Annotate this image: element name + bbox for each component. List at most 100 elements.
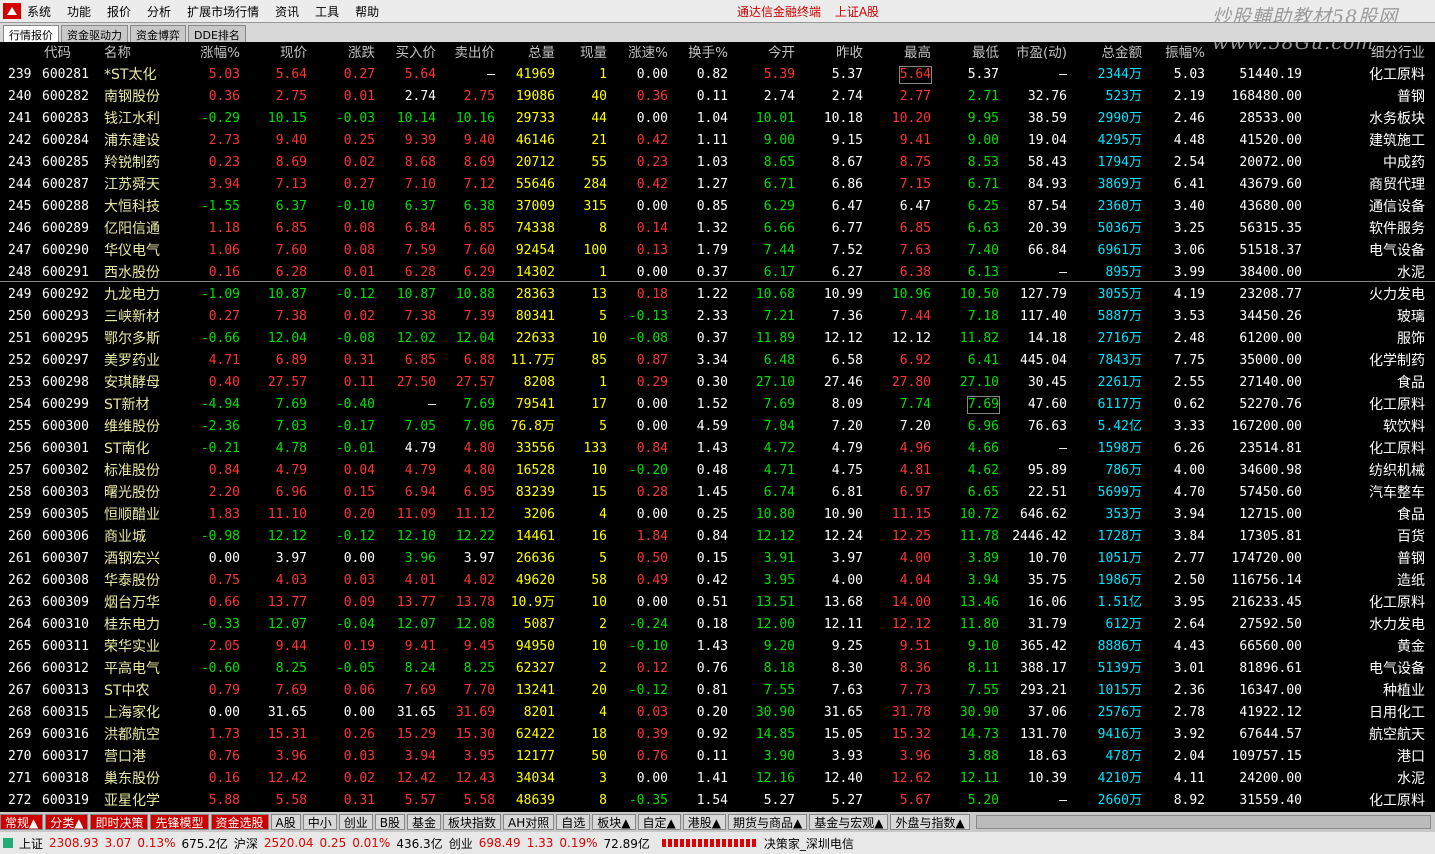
header-code[interactable]: 代码	[44, 45, 71, 61]
tab-futures[interactable]: 期货与商品▲	[727, 814, 808, 830]
tab-normal[interactable]: 常规▲	[0, 814, 44, 830]
table-row[interactable]: 239 600281 *ST太化 5.03 5.64 0.27 5.64 — 41969 1 0.0…	[0, 64, 1435, 86]
menu-item-function[interactable]: 功能	[67, 3, 91, 20]
header-speed[interactable]: 涨速%	[628, 45, 668, 61]
header-change[interactable]: 涨跌	[348, 45, 375, 61]
header-name[interactable]: 名称	[104, 45, 131, 61]
header-prev-close[interactable]: 昨收	[836, 45, 863, 61]
menu-item-help[interactable]: 帮助	[355, 3, 379, 20]
table-row[interactable]: 270 600317 营口港 0.76 3.96 0.03 3.94 3.95 12177 50 0…	[0, 746, 1435, 768]
table-row[interactable]: 272 600319 亚星化学 5.88 5.58 0.31 5.57 5.58 48639 8 -…	[0, 790, 1435, 812]
table-row[interactable]: 244 600287 江苏舜天 3.94 7.13 0.27 7.10 7.12 55646 28…	[0, 174, 1435, 196]
header-industry[interactable]: 细分行业	[1371, 45, 1425, 61]
cell-prev-close: 3.93	[831, 749, 863, 764]
tab-watchlist[interactable]: 自选	[556, 814, 591, 830]
tab-custom[interactable]: 自定▲	[637, 814, 681, 830]
tab-fund-drive[interactable]: 资金驱动力	[61, 25, 128, 42]
table-row[interactable]: 253 600298 安琪酵母 0.40 27.57 0.11 27.50 27.57 8208…	[0, 372, 1435, 394]
tab-fund-game[interactable]: 资金博弈	[130, 25, 186, 42]
cell-amount-unit: 万	[1128, 617, 1142, 632]
tab-fund[interactable]: 基金	[407, 814, 442, 830]
header-low[interactable]: 最低	[972, 45, 999, 61]
table-row[interactable]: 249 600292 九龙电力 -1.09 10.87 -0.12 10.87 10.88 28…	[0, 284, 1435, 306]
hs-index-label[interactable]: 沪深	[234, 835, 258, 852]
table-row[interactable]: 247 600290 华仪电气 1.06 7.60 0.08 7.59 7.60 92454 10…	[0, 240, 1435, 262]
tab-b-share[interactable]: B股	[374, 814, 405, 830]
table-row[interactable]: 243 600285 羚锐制药 0.23 8.69 0.02 8.68 8.69 20712 55…	[0, 152, 1435, 174]
header-pe[interactable]: 市盈(动)	[1016, 45, 1067, 61]
header-change-pct[interactable]: 涨幅%	[200, 45, 240, 61]
table-row[interactable]: 267 600313 ST中农 0.79 7.69 0.06 7.69 7.70 13241 20…	[0, 680, 1435, 702]
header-last-volume[interactable]: 现量	[580, 45, 607, 61]
menu-item-analysis[interactable]: 分析	[147, 3, 171, 20]
tab-sme[interactable]: 中小	[302, 814, 337, 830]
tab-dde-rank[interactable]: DDE排名	[188, 25, 246, 42]
cell-industry: 水务板块	[1369, 111, 1425, 127]
cell-ask-price: 4.80	[463, 441, 495, 456]
tab-chinext[interactable]: 创业	[338, 814, 373, 830]
cell-low-price: 9.95	[967, 111, 999, 126]
menu-item-quote[interactable]: 报价	[107, 3, 131, 20]
tab-pioneer-model[interactable]: 先锋模型	[150, 814, 209, 830]
tab-sector[interactable]: 板块▲	[592, 814, 636, 830]
table-row[interactable]: 269 600316 洪都航空 1.73 15.31 0.26 15.29 15.30 6242…	[0, 724, 1435, 746]
table-row[interactable]: 255 600300 维维股份 -2.36 7.03 -0.17 7.05 7.06 76.8万…	[0, 416, 1435, 438]
tab-a-share[interactable]: A股	[270, 814, 301, 830]
tab-foreign-index[interactable]: 外盘与指数▲	[890, 814, 970, 830]
header-open[interactable]: 今开	[768, 45, 795, 61]
table-row[interactable]: 251 600295 鄂尔多斯 -0.66 12.04 -0.08 12.02 12.04 22…	[0, 328, 1435, 350]
tab-ah-compare[interactable]: AH对照	[503, 814, 555, 830]
tab-hk[interactable]: 港股▲	[682, 814, 726, 830]
table-row[interactable]: 261 600307 酒钢宏兴 0.00 3.97 0.00 3.96 3.97 26636 5 0…	[0, 548, 1435, 570]
header-high[interactable]: 最高	[904, 45, 931, 61]
header-price[interactable]: 现价	[280, 45, 307, 61]
table-row[interactable]: 268 600315 上海家化 0.00 31.65 0.00 31.65 31.69 8201…	[0, 702, 1435, 724]
cell-low-price: 27.10	[959, 375, 999, 390]
cell-speed: -0.24	[628, 617, 668, 632]
table-row[interactable]: 263 600309 烟台万华 0.66 13.77 0.09 13.77 13.78 10.9…	[0, 592, 1435, 614]
cell-pe-ratio: 35.75	[1027, 573, 1067, 588]
header-amplitude[interactable]: 振幅%	[1165, 45, 1205, 61]
header-ask[interactable]: 卖出价	[455, 45, 496, 61]
table-row[interactable]: 250 600293 三峡新材 0.27 7.38 0.02 7.38 7.39 80341 5 -…	[0, 306, 1435, 328]
cy-index-label[interactable]: 创业	[449, 835, 473, 852]
tab-fund-macro[interactable]: 基金与宏观▲	[809, 814, 889, 830]
horizontal-scrollbar[interactable]	[975, 815, 1431, 829]
header-bid[interactable]: 买入价	[396, 45, 437, 61]
table-row[interactable]: 265 600311 荣华实业 2.05 9.44 0.19 9.41 9.45 94950 10…	[0, 636, 1435, 658]
table-row[interactable]: 246 600289 亿阳信通 1.18 6.85 0.08 6.84 6.85 74338 8 0…	[0, 218, 1435, 240]
tab-quote[interactable]: 行情报价	[3, 25, 59, 42]
table-row[interactable]: 240 600282 南钢股份 0.36 2.75 0.01 2.74 2.75 19086 40…	[0, 86, 1435, 108]
table-row[interactable]: 259 600305 恒顺醋业 1.83 11.10 0.20 11.09 11.12 3206…	[0, 504, 1435, 526]
table-row[interactable]: 260 600306 商业城 -0.98 12.12 -0.12 12.10 12.22 144…	[0, 526, 1435, 548]
table-row[interactable]: 264 600310 桂东电力 -0.33 12.07 -0.04 12.07 12.08 50…	[0, 614, 1435, 636]
menu-item-news[interactable]: 资讯	[275, 3, 299, 20]
tab-category[interactable]: 分类▲	[45, 814, 89, 830]
header-amount[interactable]: 总金额	[1102, 45, 1143, 61]
table-row[interactable]: 258 600303 曙光股份 2.20 6.96 0.15 6.94 6.95 83239 15…	[0, 482, 1435, 504]
menu-item-tools[interactable]: 工具	[315, 3, 339, 20]
table-row[interactable]: 271 600318 巢东股份 0.16 12.42 0.02 12.42 12.43 3403…	[0, 768, 1435, 790]
sh-index-label[interactable]: 上证	[19, 835, 43, 852]
menu-item-system[interactable]: 系统	[27, 3, 51, 20]
table-row[interactable]: 266 600312 平高电气 -0.60 8.25 -0.05 8.24 8.25 62327…	[0, 658, 1435, 680]
table-row[interactable]: 254 600299 ST新材 -4.94 7.69 -0.40 — 7.69 79541 17 0…	[0, 394, 1435, 416]
menu-item-extended-market[interactable]: 扩展市场行情	[187, 3, 259, 20]
header-turnover[interactable]: 换手%	[688, 45, 728, 61]
decision-server[interactable]: 决策家_深圳电信	[764, 835, 854, 852]
cell-last-volume: 85	[591, 353, 607, 368]
table-row[interactable]: 262 600308 华泰股份 0.75 4.03 0.03 4.01 4.02 49620 58…	[0, 570, 1435, 592]
table-row[interactable]: 241 600283 钱江水利 -0.29 10.15 -0.03 10.14 10.16 29…	[0, 108, 1435, 130]
cell-amount-unit: 万	[1128, 243, 1142, 258]
tab-instant-decision[interactable]: 即时决策	[90, 814, 149, 830]
table-row[interactable]: 245 600288 大恒科技 -1.55 6.37 -0.10 6.37 6.38 37009…	[0, 196, 1435, 218]
cell-amount: 1728万	[1098, 529, 1142, 545]
table-row[interactable]: 252 600297 美罗药业 4.71 6.89 0.31 6.85 6.88 11.7万 85…	[0, 350, 1435, 372]
cell-speed: 0.00	[636, 419, 668, 434]
header-volume[interactable]: 总量	[528, 45, 555, 61]
tab-sector-index[interactable]: 板块指数	[443, 814, 502, 830]
tab-fund-screen[interactable]: 资金选股	[210, 814, 269, 830]
table-row[interactable]: 257 600302 标准股份 0.84 4.79 0.04 4.79 4.80 16528 10…	[0, 460, 1435, 482]
table-row[interactable]: 256 600301 ST南化 -0.21 4.78 -0.01 4.79 4.80 33556…	[0, 438, 1435, 460]
table-row[interactable]: 242 600284 浦东建设 2.73 9.40 0.25 9.39 9.40 46146 21…	[0, 130, 1435, 152]
